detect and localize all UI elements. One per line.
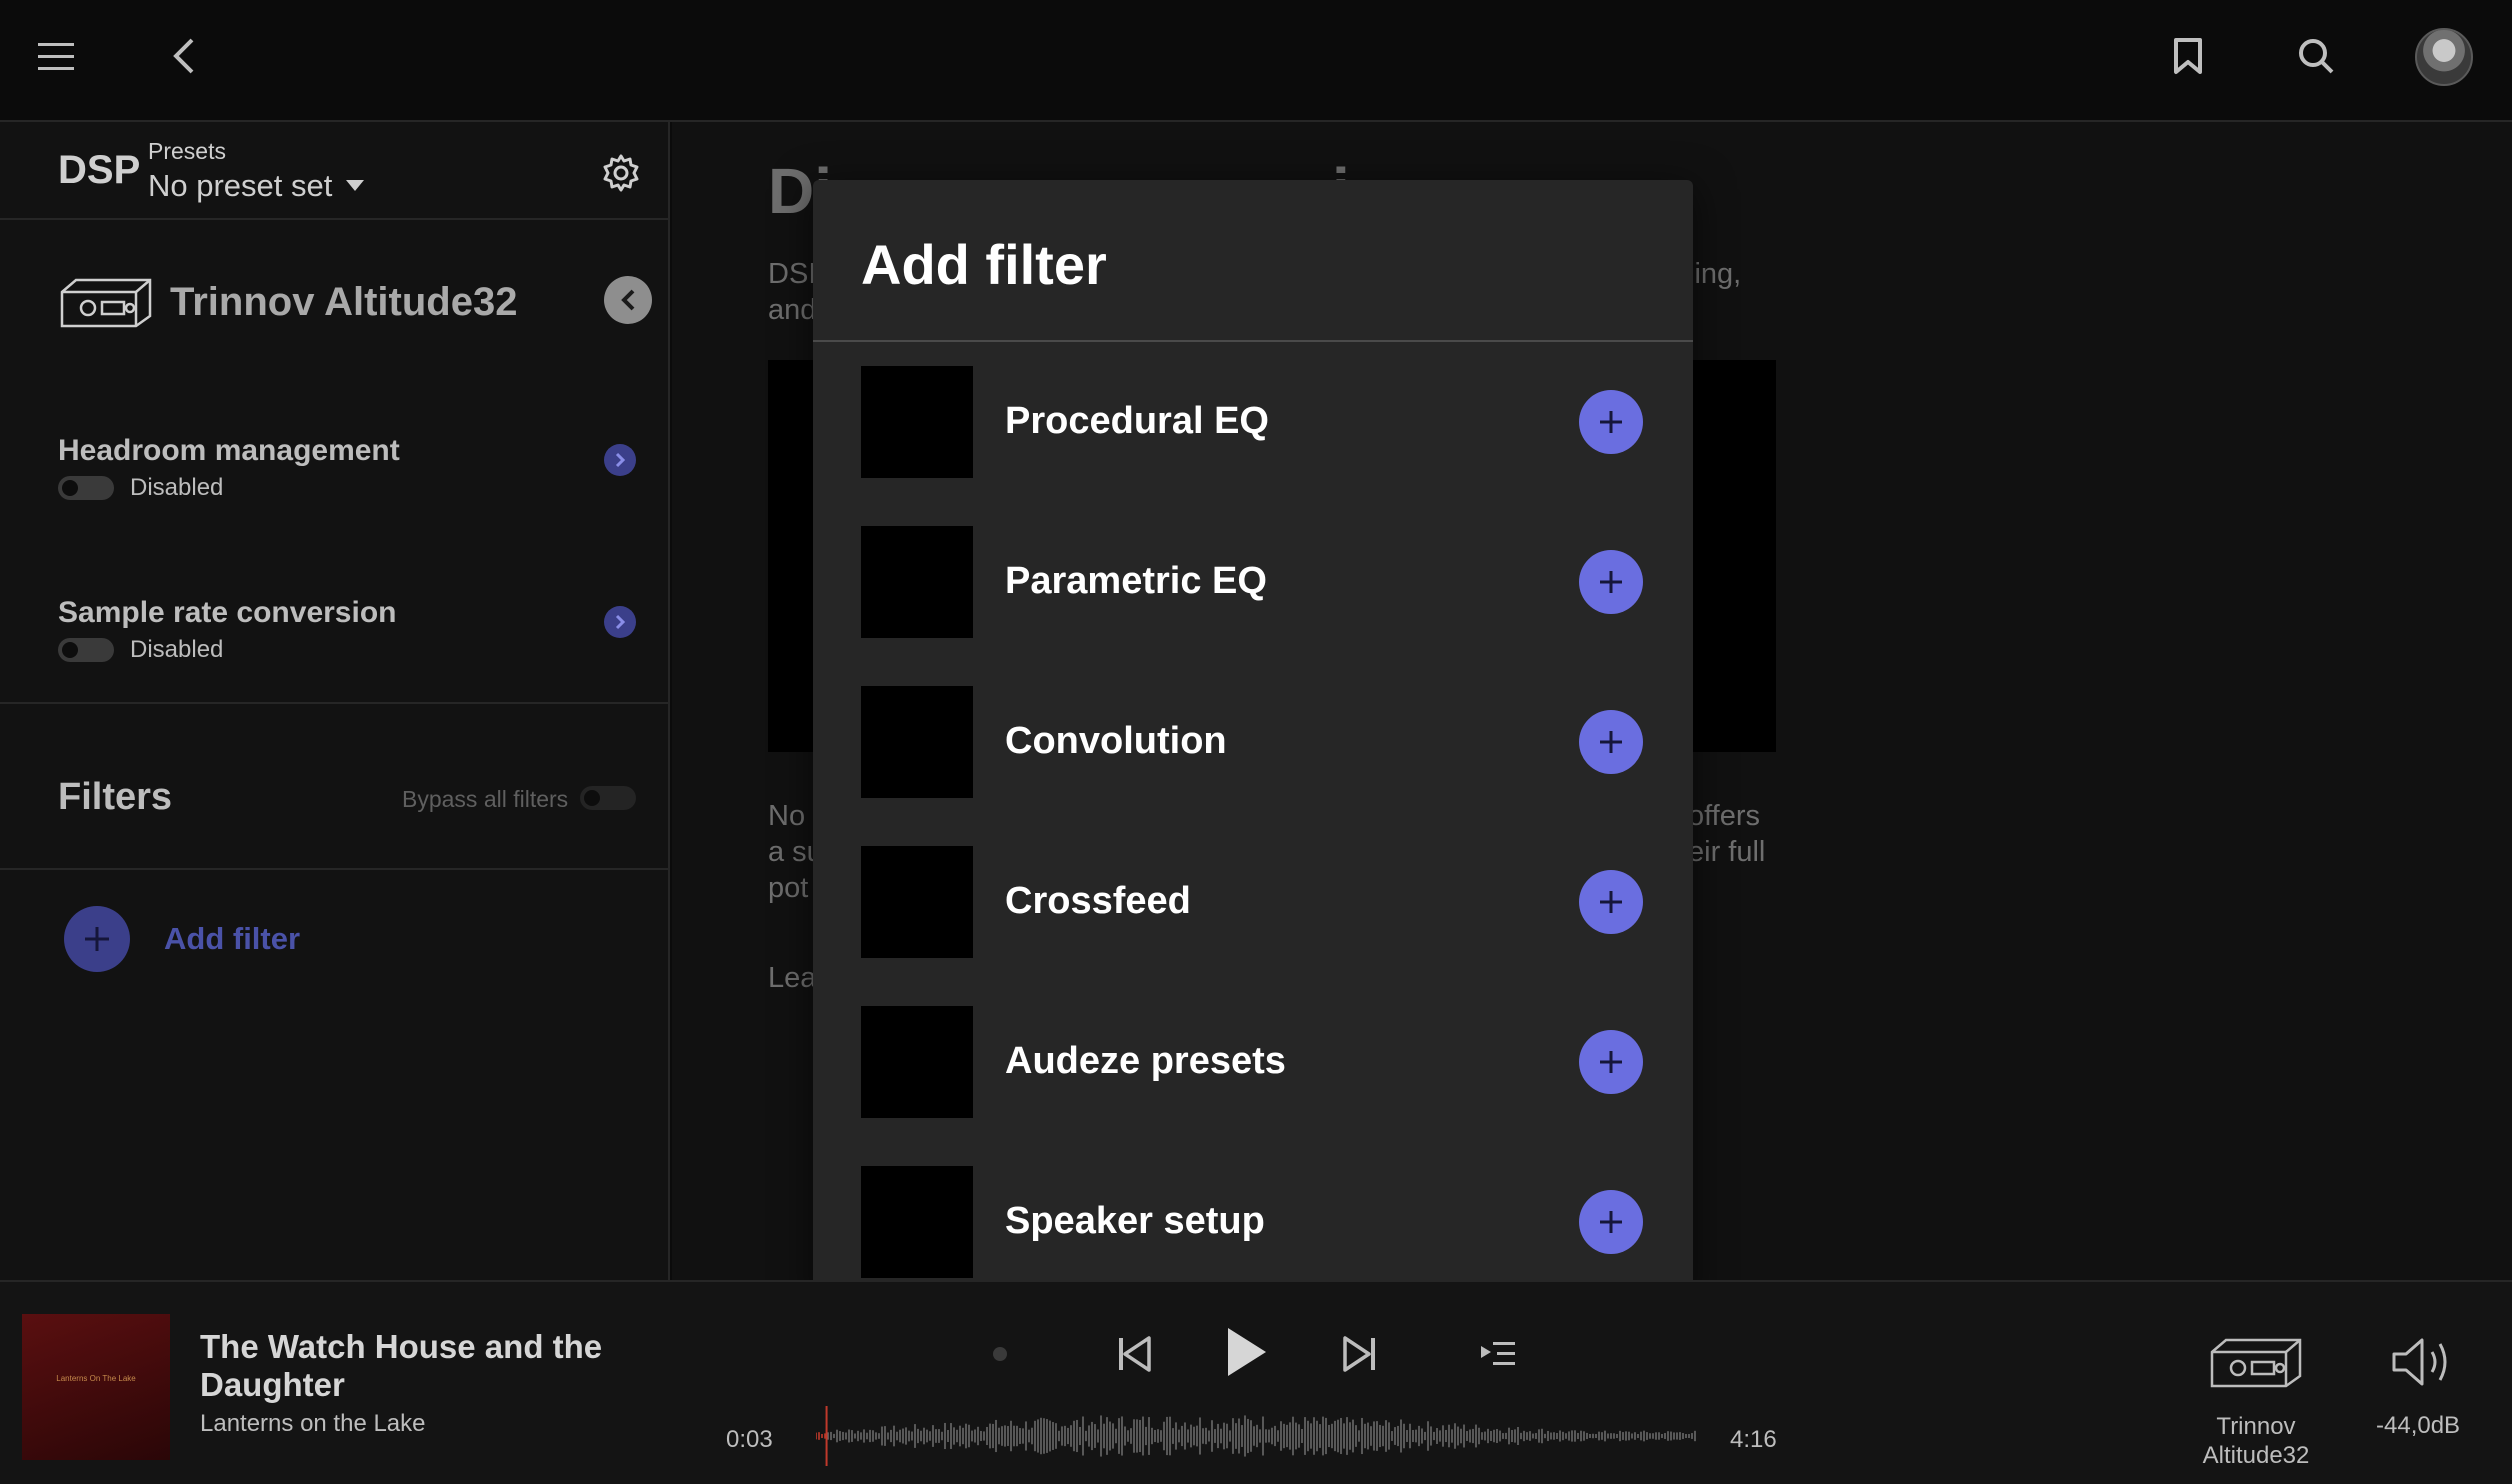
track-artist[interactable]: Lanterns on the Lake <box>200 1410 426 1438</box>
intro-text: DSI <box>768 258 817 290</box>
device-row: Trinnov Altitude32 <box>0 222 670 372</box>
filters-title: Filters <box>58 776 173 818</box>
body-text: offers <box>1688 800 1761 832</box>
filter-thumbnail <box>861 526 973 638</box>
chevron-left-icon[interactable] <box>160 28 208 84</box>
setting-title: Sample rate conversion <box>58 596 397 629</box>
body-text: pot <box>768 872 809 904</box>
add-audeze-presets-button[interactable] <box>1579 1030 1643 1094</box>
body-text: No <box>768 800 806 832</box>
speaker-volume-icon[interactable] <box>2390 1334 2454 1390</box>
filter-label: Convolution <box>1005 720 1227 762</box>
volume-level[interactable]: -44,0dB <box>2376 1412 2460 1440</box>
add-convolution-button[interactable] <box>1579 710 1643 774</box>
filter-label: Speaker setup <box>1005 1200 1265 1242</box>
filter-thumbnail <box>861 1166 973 1278</box>
filter-option-audeze-presets[interactable]: Audeze presets <box>861 1006 1661 1118</box>
total-duration: 4:16 <box>1730 1426 1777 1453</box>
album-art[interactable]: Lanterns On The Lake <box>22 1314 170 1460</box>
add-filter-dialog: Add filter Procedural EQ Parametric EQ C… <box>813 180 1693 1302</box>
filter-label: Audeze presets <box>1005 1040 1286 1082</box>
divider <box>0 868 670 870</box>
bypass-all-filters-label: Bypass all filters <box>402 786 569 812</box>
learn-more-link[interactable]: Lea <box>768 960 816 996</box>
body-text: eir full <box>1688 836 1766 868</box>
intro-text: and <box>768 294 817 326</box>
add-filter-button[interactable]: Add filter <box>64 906 300 972</box>
dsp-sidebar: DSP Presets No preset set Trinnov Altitu… <box>0 122 670 1280</box>
plus-icon <box>1600 731 1622 753</box>
intro-text: ling, <box>1688 258 1742 290</box>
add-parametric-eq-button[interactable] <box>1579 550 1643 614</box>
sample-rate-conversion-setting[interactable]: Sample rate conversion Disabled <box>0 596 670 716</box>
headroom-toggle[interactable] <box>58 476 114 500</box>
radio-dot-icon[interactable] <box>986 1340 1014 1368</box>
user-avatar[interactable] <box>2415 28 2473 86</box>
setting-state: Disabled <box>130 474 224 501</box>
filter-option-parametric-eq[interactable]: Parametric EQ <box>861 526 1661 638</box>
gear-icon[interactable] <box>598 150 644 196</box>
amplifier-device-icon <box>60 278 152 328</box>
bypass-all-filters-toggle[interactable] <box>580 786 636 810</box>
add-procedural-eq-button[interactable] <box>1579 390 1643 454</box>
elapsed-time: 0:03 <box>726 1426 773 1453</box>
output-device-name[interactable]: Trinnov Altitude32 <box>2180 1412 2332 1470</box>
filter-option-crossfeed[interactable]: Crossfeed <box>861 846 1661 958</box>
plus-icon <box>1600 571 1622 593</box>
setting-title: Headroom management <box>58 434 400 467</box>
output-device-icon[interactable] <box>2208 1334 2304 1390</box>
filter-thumbnail <box>861 846 973 958</box>
headroom-management-setting[interactable]: Headroom management Disabled <box>0 434 670 554</box>
search-icon[interactable] <box>2290 28 2342 84</box>
chevron-left-icon <box>621 289 635 311</box>
skip-previous-icon[interactable] <box>1112 1330 1156 1378</box>
dsp-preset-row: DSP Presets No preset set <box>0 122 670 220</box>
presets-label: Presets <box>148 138 226 164</box>
bookmark-icon[interactable] <box>2164 28 2212 84</box>
add-crossfeed-button[interactable] <box>1579 870 1643 934</box>
queue-icon[interactable] <box>1476 1334 1520 1374</box>
album-art-text: Lanterns On The Lake <box>56 1374 136 1383</box>
plus-icon <box>1600 1051 1622 1073</box>
top-bar <box>0 0 2512 122</box>
dialog-title: Add filter <box>861 233 1107 296</box>
plus-icon <box>1600 891 1622 913</box>
filter-thumbnail <box>861 1006 973 1118</box>
waveform-seek-bar[interactable] <box>816 1406 1696 1466</box>
dsp-title: DSP <box>58 148 141 192</box>
track-title[interactable]: The Watch House and the Daughter <box>200 1328 640 1404</box>
chevron-right-icon[interactable] <box>604 444 636 476</box>
skip-next-icon[interactable] <box>1338 1330 1382 1378</box>
sample-rate-toggle[interactable] <box>58 638 114 662</box>
filter-thumbnail <box>861 686 973 798</box>
plus-icon <box>1600 1211 1622 1233</box>
divider <box>813 340 1693 342</box>
hamburger-menu-icon[interactable] <box>30 28 82 84</box>
player-bar: Lanterns On The Lake The Watch House and… <box>0 1280 2512 1484</box>
filter-thumbnail <box>861 366 973 478</box>
collapse-panel-button[interactable] <box>604 276 652 324</box>
preset-dropdown[interactable]: No preset set <box>148 168 332 204</box>
add-speaker-setup-button[interactable] <box>1579 1190 1643 1254</box>
add-filter-label: Add filter <box>164 921 301 956</box>
filter-label: Crossfeed <box>1005 880 1191 922</box>
play-icon[interactable] <box>1218 1320 1274 1384</box>
device-name: Trinnov Altitude32 <box>170 280 518 324</box>
filter-option-speaker-setup[interactable]: Speaker setup <box>861 1166 1661 1278</box>
plus-icon <box>64 906 130 972</box>
plus-icon <box>1600 411 1622 433</box>
filter-option-procedural-eq[interactable]: Procedural EQ <box>861 366 1661 478</box>
filter-label: Procedural EQ <box>1005 400 1269 442</box>
setting-state: Disabled <box>130 636 224 663</box>
chevron-right-icon[interactable] <box>604 606 636 638</box>
divider <box>0 702 670 704</box>
filter-label: Parametric EQ <box>1005 560 1267 602</box>
caret-down-icon[interactable] <box>346 180 364 191</box>
filter-option-convolution[interactable]: Convolution <box>861 686 1661 798</box>
